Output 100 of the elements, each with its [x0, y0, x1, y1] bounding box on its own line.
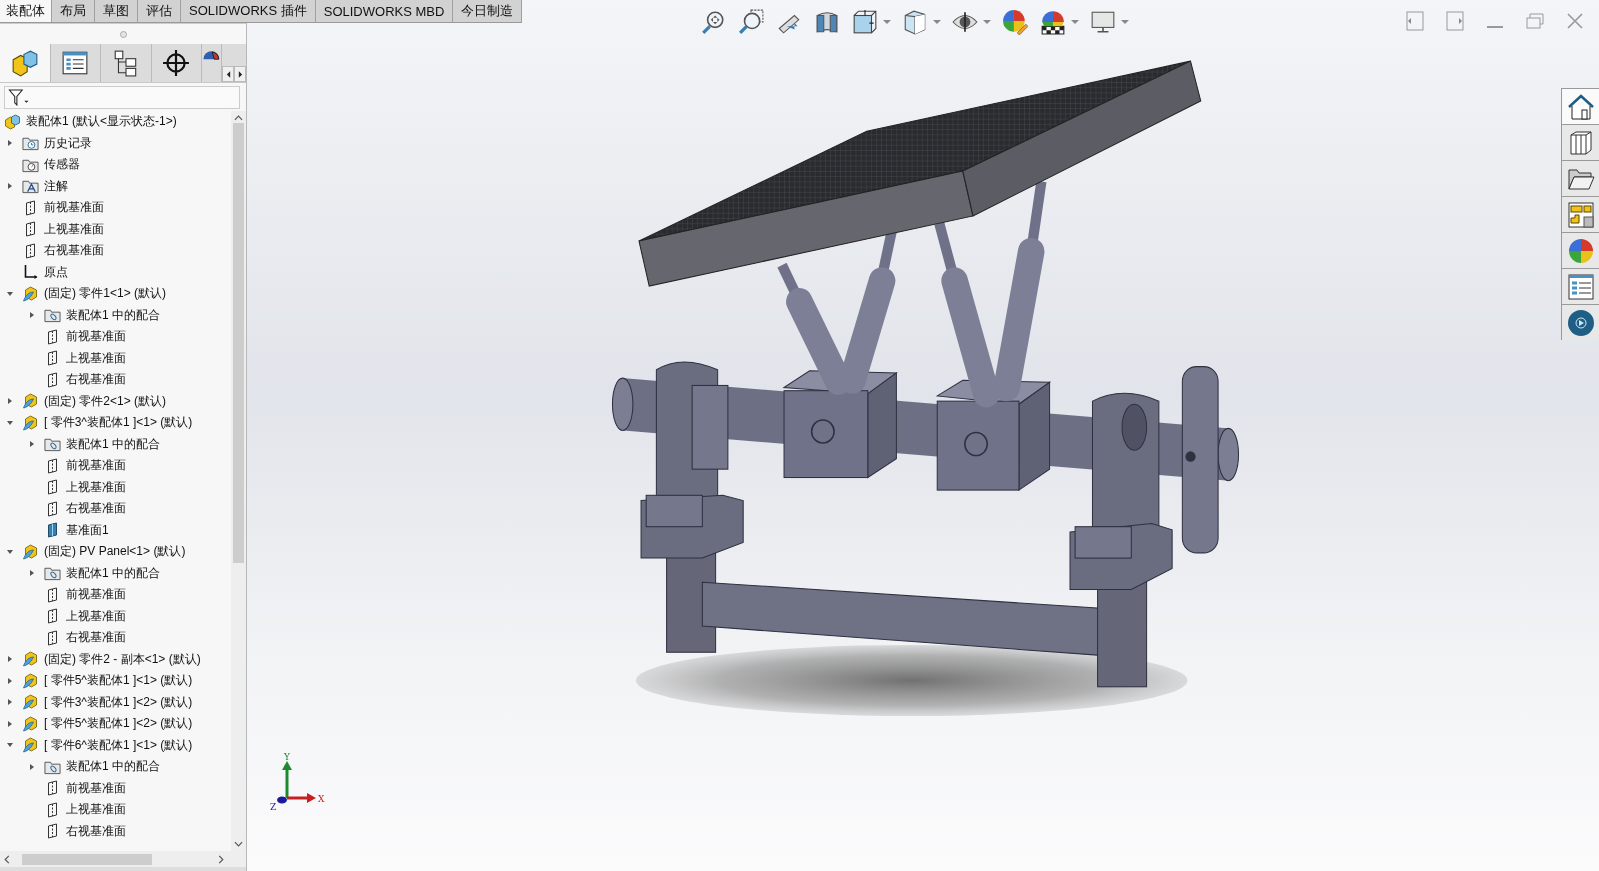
list-icon[interactable]: [1562, 268, 1599, 304]
horizontal-scrollbar[interactable]: [0, 851, 246, 871]
tree-item-label[interactable]: 注解: [44, 177, 68, 195]
tree-item-label[interactable]: 前视基准面: [66, 457, 126, 475]
part-icon: [22, 285, 39, 302]
expand-arrow[interactable]: [6, 182, 14, 191]
cube-icon: [10, 49, 39, 77]
tile-right-icon[interactable]: [1443, 8, 1467, 34]
expand-arrow[interactable]: [6, 698, 14, 707]
mates-folder-icon: [44, 436, 61, 453]
expand-arrow[interactable]: [6, 676, 14, 685]
tree-item-label[interactable]: 右视基准面: [66, 371, 126, 389]
expand-arrow[interactable]: [6, 719, 14, 728]
tree-item-label[interactable]: 右视基准面: [66, 822, 126, 840]
history-folder-icon: [22, 135, 39, 152]
tree-item-label[interactable]: 前视基准面: [66, 328, 126, 346]
folder-icon[interactable]: [1562, 160, 1599, 196]
tree-item-label[interactable]: [ 零件3^装配体1 ]<2> (默认): [44, 693, 193, 711]
tree-item-label[interactable]: 上视基准面: [44, 220, 104, 238]
tree-item-label[interactable]: (固定) PV Panel<1> (默认): [44, 543, 186, 561]
tree-item-label[interactable]: (固定) 零件2<1> (默认): [44, 392, 166, 410]
tree-item-label[interactable]: 原点: [44, 263, 68, 281]
expand-arrow[interactable]: [6, 418, 14, 427]
filter-icon: [8, 89, 30, 106]
filter-field[interactable]: [4, 86, 240, 109]
tree-item-label[interactable]: 上视基准面: [66, 478, 126, 496]
expand-arrow[interactable]: [28, 569, 36, 578]
tree-item-label[interactable]: 装配体1 中的配合: [66, 758, 160, 776]
list-icon: [61, 49, 90, 77]
tree-item-label[interactable]: (固定) 零件2 - 副本<1> (默认): [44, 650, 201, 668]
tree-item-label[interactable]: (固定) 零件1<1> (默认): [44, 285, 166, 303]
tree-item-label[interactable]: 右视基准面: [44, 242, 104, 260]
caret-icon[interactable]: [1121, 20, 1129, 24]
tree-item-label[interactable]: 上视基准面: [66, 607, 126, 625]
expand-arrow[interactable]: [6, 547, 14, 556]
splitter-grip[interactable]: [119, 30, 127, 38]
tree-item-label[interactable]: [ 零件5^装配体1 ]<2> (默认): [44, 715, 193, 733]
tree-item-label[interactable]: 基准面1: [66, 521, 109, 539]
tree-item-label[interactable]: 装配体1 中的配合: [66, 564, 160, 582]
panel-tab[interactable]: [202, 44, 222, 82]
x-axis-label: X: [318, 794, 325, 804]
scroll-down-icon[interactable]: [234, 841, 243, 847]
vertical-scrollbar[interactable]: [231, 111, 246, 851]
expand-arrow[interactable]: [28, 311, 36, 320]
left-arrow-icon: [225, 70, 231, 78]
tree-item-label[interactable]: 传感器: [44, 156, 80, 174]
expand-arrow[interactable]: [28, 762, 36, 771]
part-icon: [22, 737, 39, 754]
tree-item-label[interactable]: 历史记录: [44, 134, 92, 152]
part-icon: [22, 393, 39, 410]
part-icon: [22, 694, 39, 711]
tree-item-label[interactable]: 上视基准面: [66, 349, 126, 367]
expand-arrow[interactable]: [6, 139, 14, 148]
tree-item-label[interactable]: 右视基准面: [66, 500, 126, 518]
scroll-left-icon[interactable]: [4, 854, 10, 864]
scroll-left-button[interactable]: [222, 66, 234, 82]
panel-tab[interactable]: [101, 44, 152, 82]
tree-item-label[interactable]: 装配体1 中的配合: [66, 306, 160, 324]
crosshair-icon: [162, 49, 191, 77]
caret-icon[interactable]: [983, 20, 991, 24]
panel-tab[interactable]: [151, 44, 203, 82]
tree-item-label[interactable]: [ 零件5^装配体1 ]<1> (默认): [44, 672, 193, 690]
origin-icon: [22, 264, 39, 281]
view-palette-icon[interactable]: [1562, 196, 1599, 232]
tile-left-icon[interactable]: [1403, 8, 1427, 34]
scroll-right-icon[interactable]: [218, 854, 224, 864]
expand-arrow[interactable]: [28, 440, 36, 449]
part-icon: [22, 651, 39, 668]
caret-icon[interactable]: [1071, 20, 1079, 24]
command-tab[interactable]: 装配体: [0, 0, 52, 22]
tree-item-label[interactable]: 装配体1 (默认<显示状态-1>): [26, 113, 177, 131]
tree-item-label[interactable]: 前视基准面: [66, 586, 126, 604]
books-icon[interactable]: [1562, 124, 1599, 160]
caret-icon[interactable]: [883, 20, 891, 24]
annotation-folder-icon: [22, 178, 39, 195]
part-icon: [22, 672, 39, 689]
assembly-icon: [4, 113, 21, 130]
scroll-right-button[interactable]: [234, 66, 246, 82]
z-axis-label: Z: [270, 802, 277, 812]
tree-item-label[interactable]: [ 零件3^装配体1 ]<1> (默认): [44, 414, 193, 432]
tree-item-label[interactable]: [ 零件6^装配体1 ]<1> (默认): [44, 736, 193, 754]
axis-triad-drawing: [277, 761, 316, 804]
y-axis-label: Y: [284, 752, 290, 762]
mates-folder-icon: [44, 307, 61, 324]
expand-arrow[interactable]: [6, 289, 14, 298]
play-dial-icon[interactable]: [1562, 304, 1599, 340]
home-icon[interactable]: [1562, 88, 1599, 124]
scroll-up-icon[interactable]: [234, 115, 243, 121]
expand-arrow[interactable]: [6, 655, 14, 664]
tree-item-label[interactable]: 前视基准面: [44, 199, 104, 217]
tree-item-label[interactable]: 装配体1 中的配合: [66, 435, 160, 453]
part-icon: [22, 715, 39, 732]
tree-item-label[interactable]: 前视基准面: [66, 779, 126, 797]
part-icon: [22, 543, 39, 560]
part-icon: [22, 414, 39, 431]
mates-folder-icon: [44, 565, 61, 582]
caret-icon[interactable]: [933, 20, 941, 24]
tree-item-label[interactable]: 右视基准面: [66, 629, 126, 647]
tree-item-label[interactable]: 上视基准面: [66, 801, 126, 819]
expand-arrow[interactable]: [6, 397, 14, 406]
